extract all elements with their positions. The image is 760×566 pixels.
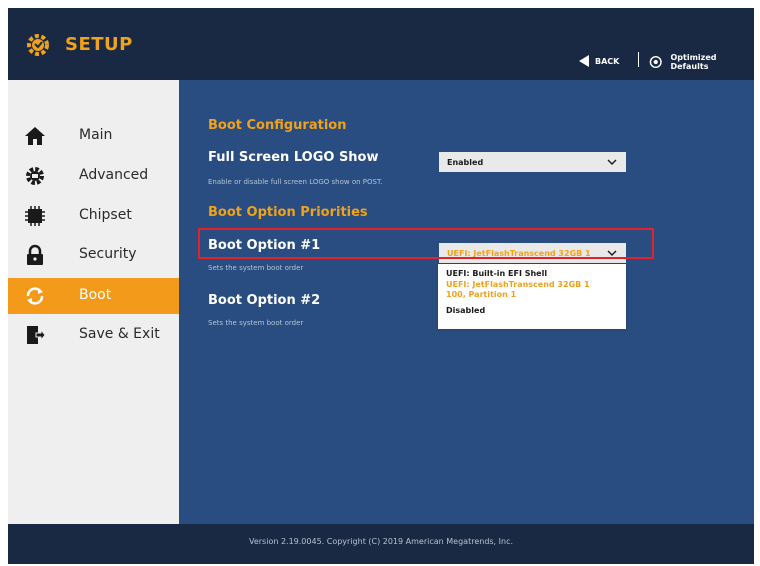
- logo-show-title: Full Screen LOGO Show: [208, 150, 379, 165]
- footer: Version 2.19.0045. Copyright (C) 2019 Am…: [8, 524, 754, 564]
- setup-title: SETUP: [65, 34, 133, 55]
- dropdown-option-efi-shell[interactable]: UEFI: Built-in EFI Shell: [446, 269, 624, 279]
- boot-option-1-description: Sets the system boot order: [208, 264, 304, 272]
- sidebar-item-label: Save & Exit: [79, 326, 160, 342]
- optimized-defaults-icon: [649, 55, 662, 69]
- bios-setup-window: SETUP BACK Optimized Defaults Main Advan…: [8, 8, 754, 564]
- boot-option-2-description: Sets the system boot order: [208, 319, 304, 327]
- boot-option-dropdown: UEFI: Built-in EFI Shell UEFI: JetFlashT…: [438, 264, 626, 329]
- sidebar: Main Advanced Chipset Security Boot Save…: [8, 80, 179, 524]
- back-button[interactable]: BACK: [579, 55, 619, 67]
- refresh-icon: [26, 287, 44, 305]
- sidebar-item-chipset[interactable]: Chipset: [8, 198, 179, 234]
- dropdown-option-line: UEFI: JetFlashTranscend 32GB 1: [446, 280, 590, 289]
- back-arrow-icon: [579, 55, 589, 67]
- setup-gear-icon: [27, 34, 49, 56]
- selection-highlight: [198, 228, 654, 259]
- boot-option-2-title[interactable]: Boot Option #2: [208, 293, 320, 308]
- boot-priorities-heading: Boot Option Priorities: [208, 205, 368, 220]
- chip-icon: [25, 206, 45, 226]
- home-icon: [25, 127, 45, 145]
- dropdown-option-line: 100, Partition 1: [446, 290, 517, 299]
- dropdown-option-disabled[interactable]: Disabled: [446, 306, 624, 316]
- advanced-gear-icon: [26, 167, 44, 185]
- sidebar-item-main[interactable]: Main: [8, 118, 179, 154]
- sidebar-item-label: Advanced: [79, 167, 149, 183]
- top-bar: SETUP BACK Optimized Defaults: [8, 8, 754, 80]
- chevron-down-icon: [607, 159, 617, 165]
- sidebar-item-save-exit[interactable]: Save & Exit: [8, 317, 179, 353]
- exit-door-icon: [27, 326, 46, 344]
- logo-show-select[interactable]: Enabled: [439, 152, 626, 172]
- optimized-defaults-button[interactable]: Optimized Defaults: [649, 53, 754, 71]
- sidebar-item-security[interactable]: Security: [8, 237, 179, 273]
- header-separator: [638, 52, 639, 67]
- sidebar-item-label: Chipset: [79, 207, 132, 223]
- sidebar-item-label: Boot: [79, 287, 112, 303]
- optimized-defaults-label: Optimized Defaults: [670, 53, 717, 71]
- sidebar-item-label: Main: [79, 127, 113, 143]
- boot-configuration-heading: Boot Configuration: [208, 118, 347, 133]
- dropdown-option-jetflash[interactable]: UEFI: JetFlashTranscend 32GB 1 100, Part…: [446, 280, 624, 300]
- logo-show-description: Enable or disable full screen LOGO show …: [208, 178, 383, 186]
- lock-icon: [27, 244, 43, 265]
- back-label: BACK: [595, 56, 620, 66]
- sidebar-item-advanced[interactable]: Advanced: [8, 158, 179, 194]
- sidebar-item-boot[interactable]: Boot: [8, 278, 179, 314]
- logo-show-value: Enabled: [447, 157, 484, 167]
- copyright-text: Version 2.19.0045. Copyright (C) 2019 Am…: [248, 537, 514, 546]
- sidebar-item-label: Security: [79, 246, 137, 262]
